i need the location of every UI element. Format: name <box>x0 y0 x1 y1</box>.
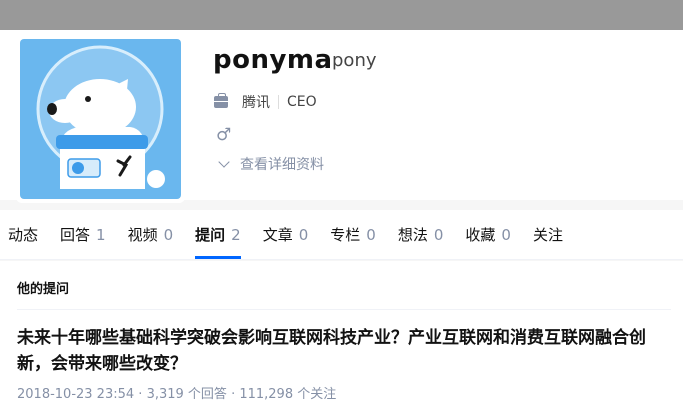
question-date: 2018-10-23 23:54 <box>17 387 135 402</box>
tab-label: 动态 <box>8 226 39 244</box>
profile-name: ponyma <box>213 45 333 75</box>
profile-position: CEO <box>287 94 317 110</box>
male-icon: ♂ <box>216 125 232 145</box>
tab-columns[interactable]: 专栏 0 <box>330 210 376 259</box>
tab-articles[interactable]: 文章 0 <box>263 210 309 259</box>
tab-count: 2 <box>231 225 241 244</box>
tab-following[interactable]: 关注 <box>533 210 563 259</box>
tab-label: 收藏 <box>465 226 496 244</box>
tab-label: 回答 <box>60 226 91 244</box>
question-title-link[interactable]: 未来十年哪些基础科学突破会影响互联网科技产业？产业互联网和消费互联网融合创新，会… <box>17 325 677 377</box>
tab-pins[interactable]: 想法 0 <box>398 210 444 259</box>
tab-count: 1 <box>96 225 106 244</box>
question-follower-count: 111,298 个关注 <box>239 387 337 402</box>
tab-questions[interactable]: 提问 2 <box>195 210 241 259</box>
tab-collections[interactable]: 收藏 0 <box>465 210 511 259</box>
tab-label: 想法 <box>397 226 428 244</box>
tab-answers[interactable]: 回答 1 <box>60 210 106 259</box>
profile-header: ponyma pony 腾讯 CEO ♂ 查看详细资料 <box>0 30 683 203</box>
question-answer-count: 3,319 个回答 <box>146 387 227 402</box>
tab-count: 0 <box>298 225 309 244</box>
briefcase-icon <box>214 93 228 108</box>
profile-tabs: 动态 回答 1 视频 0 提问 2 文章 0 专栏 0 想法 0 收藏 0 关注 <box>0 210 683 260</box>
chevron-down-icon <box>218 156 230 168</box>
section-title: 他的提问 <box>17 282 70 297</box>
tab-label: 关注 <box>532 226 563 244</box>
meta-dot: · <box>138 387 147 402</box>
tab-count: 0 <box>366 225 376 244</box>
tab-label: 提问 <box>195 226 226 244</box>
profile-employment: 腾讯 CEO <box>214 93 317 111</box>
tab-count: 0 <box>501 225 511 244</box>
view-details-label: 查看详细资料 <box>240 157 324 173</box>
profile-company: 腾讯 <box>242 95 270 111</box>
tab-label: 视频 <box>127 226 158 244</box>
tab-count: 0 <box>163 225 174 244</box>
view-details-link[interactable]: 查看详细资料 <box>218 154 324 174</box>
tab-count: 0 <box>433 225 444 244</box>
questions-panel: 他的提问 未来十年哪些基础科学突破会影响互联网科技产业？产业互联网和消费互联网融… <box>0 261 683 409</box>
tab-videos[interactable]: 视频 0 <box>128 210 174 259</box>
zhihu-mascot-icon <box>36 45 165 189</box>
employment-divider <box>278 95 279 109</box>
tab-label: 文章 <box>262 226 293 244</box>
avatar <box>20 39 181 199</box>
question-meta: 2018-10-23 23:54 · 3,319 个回答 · 111,298 个… <box>17 383 336 402</box>
profile-cover <box>0 0 683 30</box>
section-divider <box>17 309 671 310</box>
avatar-frame[interactable] <box>16 35 185 203</box>
profile-headline: pony <box>332 50 377 71</box>
tab-label: 专栏 <box>330 226 361 244</box>
tab-activity[interactable]: 动态 <box>8 210 38 259</box>
